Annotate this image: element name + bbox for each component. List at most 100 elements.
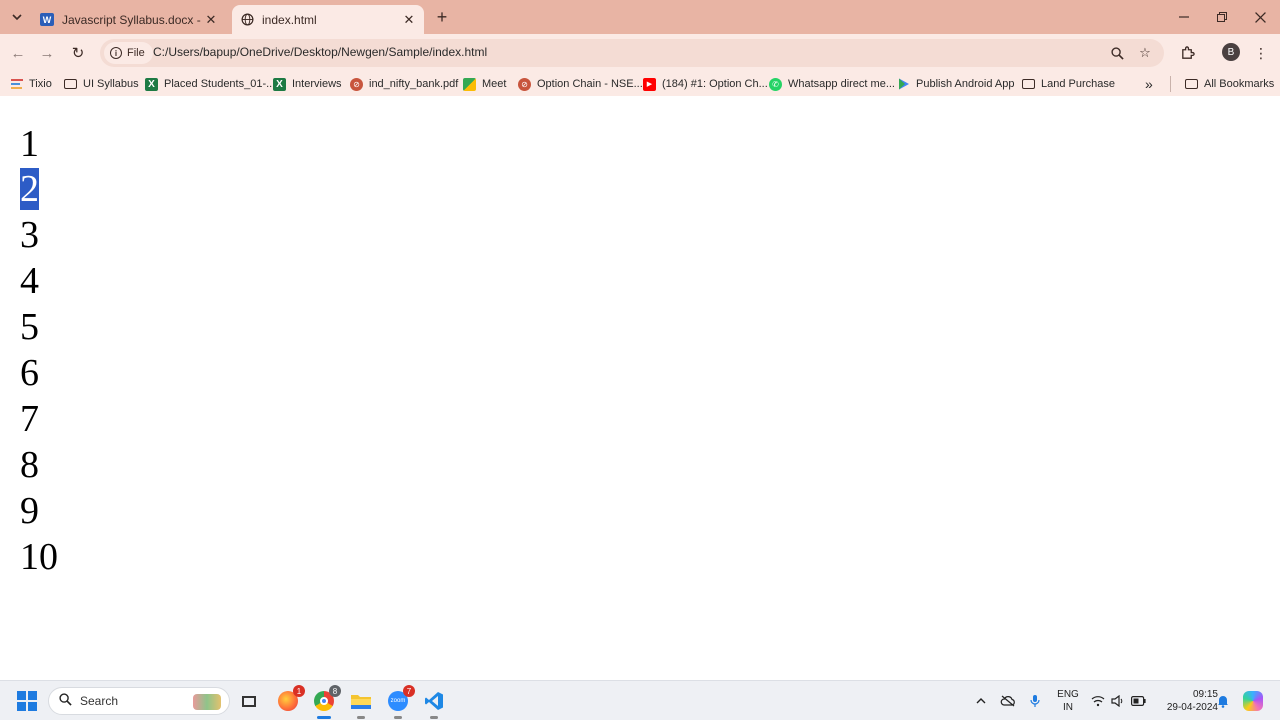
running-indicator (430, 716, 438, 719)
tab-search-button[interactable] (6, 6, 28, 28)
minimize-button[interactable] (1164, 0, 1204, 34)
battery-icon (1130, 696, 1146, 706)
bookmarks-bar: Tixio UI Syllabus X Placed Students_01-.… (0, 72, 1280, 96)
forward-button[interactable]: → (35, 41, 59, 65)
folder-icon (64, 78, 77, 91)
chrome-app[interactable]: 8 (312, 685, 341, 719)
number-text: 5 (20, 306, 39, 348)
bookmark-item[interactable]: X Interviews (273, 76, 342, 92)
notification-badge: 1 (293, 685, 305, 697)
search-highlight-icon (193, 694, 221, 710)
nse-icon: ⊘ (518, 77, 531, 91)
bookmark-item[interactable]: ⊘ Option Chain - NSE... (518, 76, 643, 92)
bookmark-item[interactable]: ✆ Whatsapp direct me... (769, 76, 895, 92)
number-line: 7 (20, 396, 39, 442)
file-explorer-app[interactable] (349, 689, 373, 719)
clock-date: 29-04-2024 (1166, 702, 1218, 713)
bookmark-label: Whatsapp direct me... (788, 78, 895, 90)
url-text[interactable]: C:/Users/bapup/OneDrive/Desktop/Newgen/S… (153, 45, 487, 59)
bookmark-label: Option Chain - NSE... (537, 78, 643, 90)
close-icon[interactable]: ✕ (202, 11, 220, 29)
profile-avatar[interactable]: B (1222, 43, 1240, 61)
search-placeholder: Search (80, 694, 119, 708)
running-indicator (317, 716, 331, 719)
zoom-icon[interactable] (1108, 44, 1126, 62)
reload-button[interactable]: ↻ (66, 41, 90, 65)
back-button[interactable]: ← (6, 41, 30, 65)
folder-icon (1185, 78, 1198, 91)
language-indicator[interactable]: ENG IN (1056, 688, 1080, 714)
selected-number-text: 2 (20, 168, 39, 210)
more-bookmarks-button[interactable]: » (1145, 76, 1153, 92)
battery-status[interactable] (1130, 691, 1146, 711)
zoom-app[interactable]: zoom 7 (386, 685, 415, 719)
number-line: 6 (20, 350, 39, 396)
bookmark-item[interactable]: ▶ (184) #1: Option Ch... (643, 76, 768, 92)
chevron-up-icon (976, 698, 986, 704)
bookmarks-divider (1170, 76, 1171, 92)
task-view-button[interactable] (237, 689, 261, 713)
windows-start-icon[interactable] (17, 691, 37, 711)
network-status[interactable] (1090, 691, 1106, 711)
vscode-icon (425, 692, 443, 710)
task-view-icon (242, 696, 256, 707)
close-icon (1254, 11, 1266, 23)
more-vertical-icon: ⋮ (1254, 44, 1268, 61)
wifi-icon (1091, 696, 1105, 707)
number-text: 6 (20, 352, 39, 394)
number-text: 10 (20, 536, 58, 578)
site-info-chip[interactable]: i File (104, 42, 153, 64)
bookmark-star-icon[interactable]: ☆ (1136, 44, 1154, 62)
close-window-button[interactable] (1240, 0, 1280, 34)
browser-toolbar: ← → ↻ i File C:/Users/bapup/OneDrive/Des… (0, 34, 1280, 72)
globe-icon (240, 13, 254, 27)
all-bookmarks-button[interactable]: All Bookmarks (1185, 76, 1274, 92)
copilot-icon (1243, 691, 1263, 711)
vscode-app[interactable] (422, 689, 446, 719)
number-text: 1 (20, 123, 39, 165)
number-line: 3 (20, 212, 39, 258)
bookmark-item[interactable]: ⊘ ind_nifty_bank.pdf (350, 76, 458, 92)
bookmark-item[interactable]: Tixio (10, 76, 52, 92)
system-clock[interactable]: 09:15 29-04-2024 (1152, 688, 1218, 714)
folder-icon (1022, 78, 1035, 91)
word-icon: W (40, 13, 54, 27)
copilot-button[interactable] (1242, 691, 1264, 711)
speaker-icon (1111, 695, 1123, 707)
tab-strip: W Javascript Syllabus.docx - Microsoft W… (0, 0, 1280, 34)
minimize-icon (1179, 16, 1189, 18)
extensions-button[interactable] (1176, 42, 1198, 64)
taskbar-search[interactable]: Search (48, 687, 230, 715)
windows-taskbar: Search 1 8 zoom 7 ENG IN 09:15 29-04-202… (0, 680, 1280, 720)
arrow-right-icon: → (39, 44, 55, 62)
play-icon (897, 78, 910, 91)
bookmark-item[interactable]: Meet (463, 76, 506, 92)
number-text: 9 (20, 490, 39, 532)
tab-javascript-syllabus[interactable]: W Javascript Syllabus.docx - Microsoft W… (34, 5, 226, 34)
firefox-app[interactable]: 1 (276, 685, 305, 713)
notifications-button[interactable] (1215, 691, 1231, 711)
show-hidden-icons-button[interactable] (974, 691, 988, 711)
volume-status[interactable] (1110, 691, 1126, 711)
bookmark-item[interactable]: Publish Android App (897, 76, 1014, 92)
all-bookmarks-label: All Bookmarks (1204, 78, 1275, 90)
scheme-label: File (127, 47, 145, 59)
menu-button[interactable]: ⋮ (1250, 42, 1272, 64)
cloud-off-icon (1000, 695, 1015, 707)
apps-icon (10, 78, 23, 91)
onedrive-status[interactable] (999, 691, 1017, 711)
close-icon[interactable]: ✕ (400, 11, 418, 29)
microphone-status[interactable] (1027, 691, 1043, 711)
bookmark-item[interactable]: Land Purchase (1022, 76, 1115, 92)
bookmark-item[interactable]: X Placed Students_01-... (145, 76, 275, 92)
search-icon (59, 693, 72, 709)
number-text: 4 (20, 260, 39, 302)
tab-index-html[interactable]: index.html ✕ (232, 5, 424, 34)
whatsapp-icon: ✆ (769, 77, 782, 91)
restore-button[interactable] (1202, 0, 1242, 34)
new-tab-button[interactable]: + (432, 7, 452, 27)
bookmark-label: Land Purchase (1041, 78, 1115, 90)
number-text: 8 (20, 444, 39, 486)
address-bar[interactable]: i File C:/Users/bapup/OneDrive/Desktop/N… (100, 39, 1164, 67)
bookmark-item[interactable]: UI Syllabus (64, 76, 139, 92)
